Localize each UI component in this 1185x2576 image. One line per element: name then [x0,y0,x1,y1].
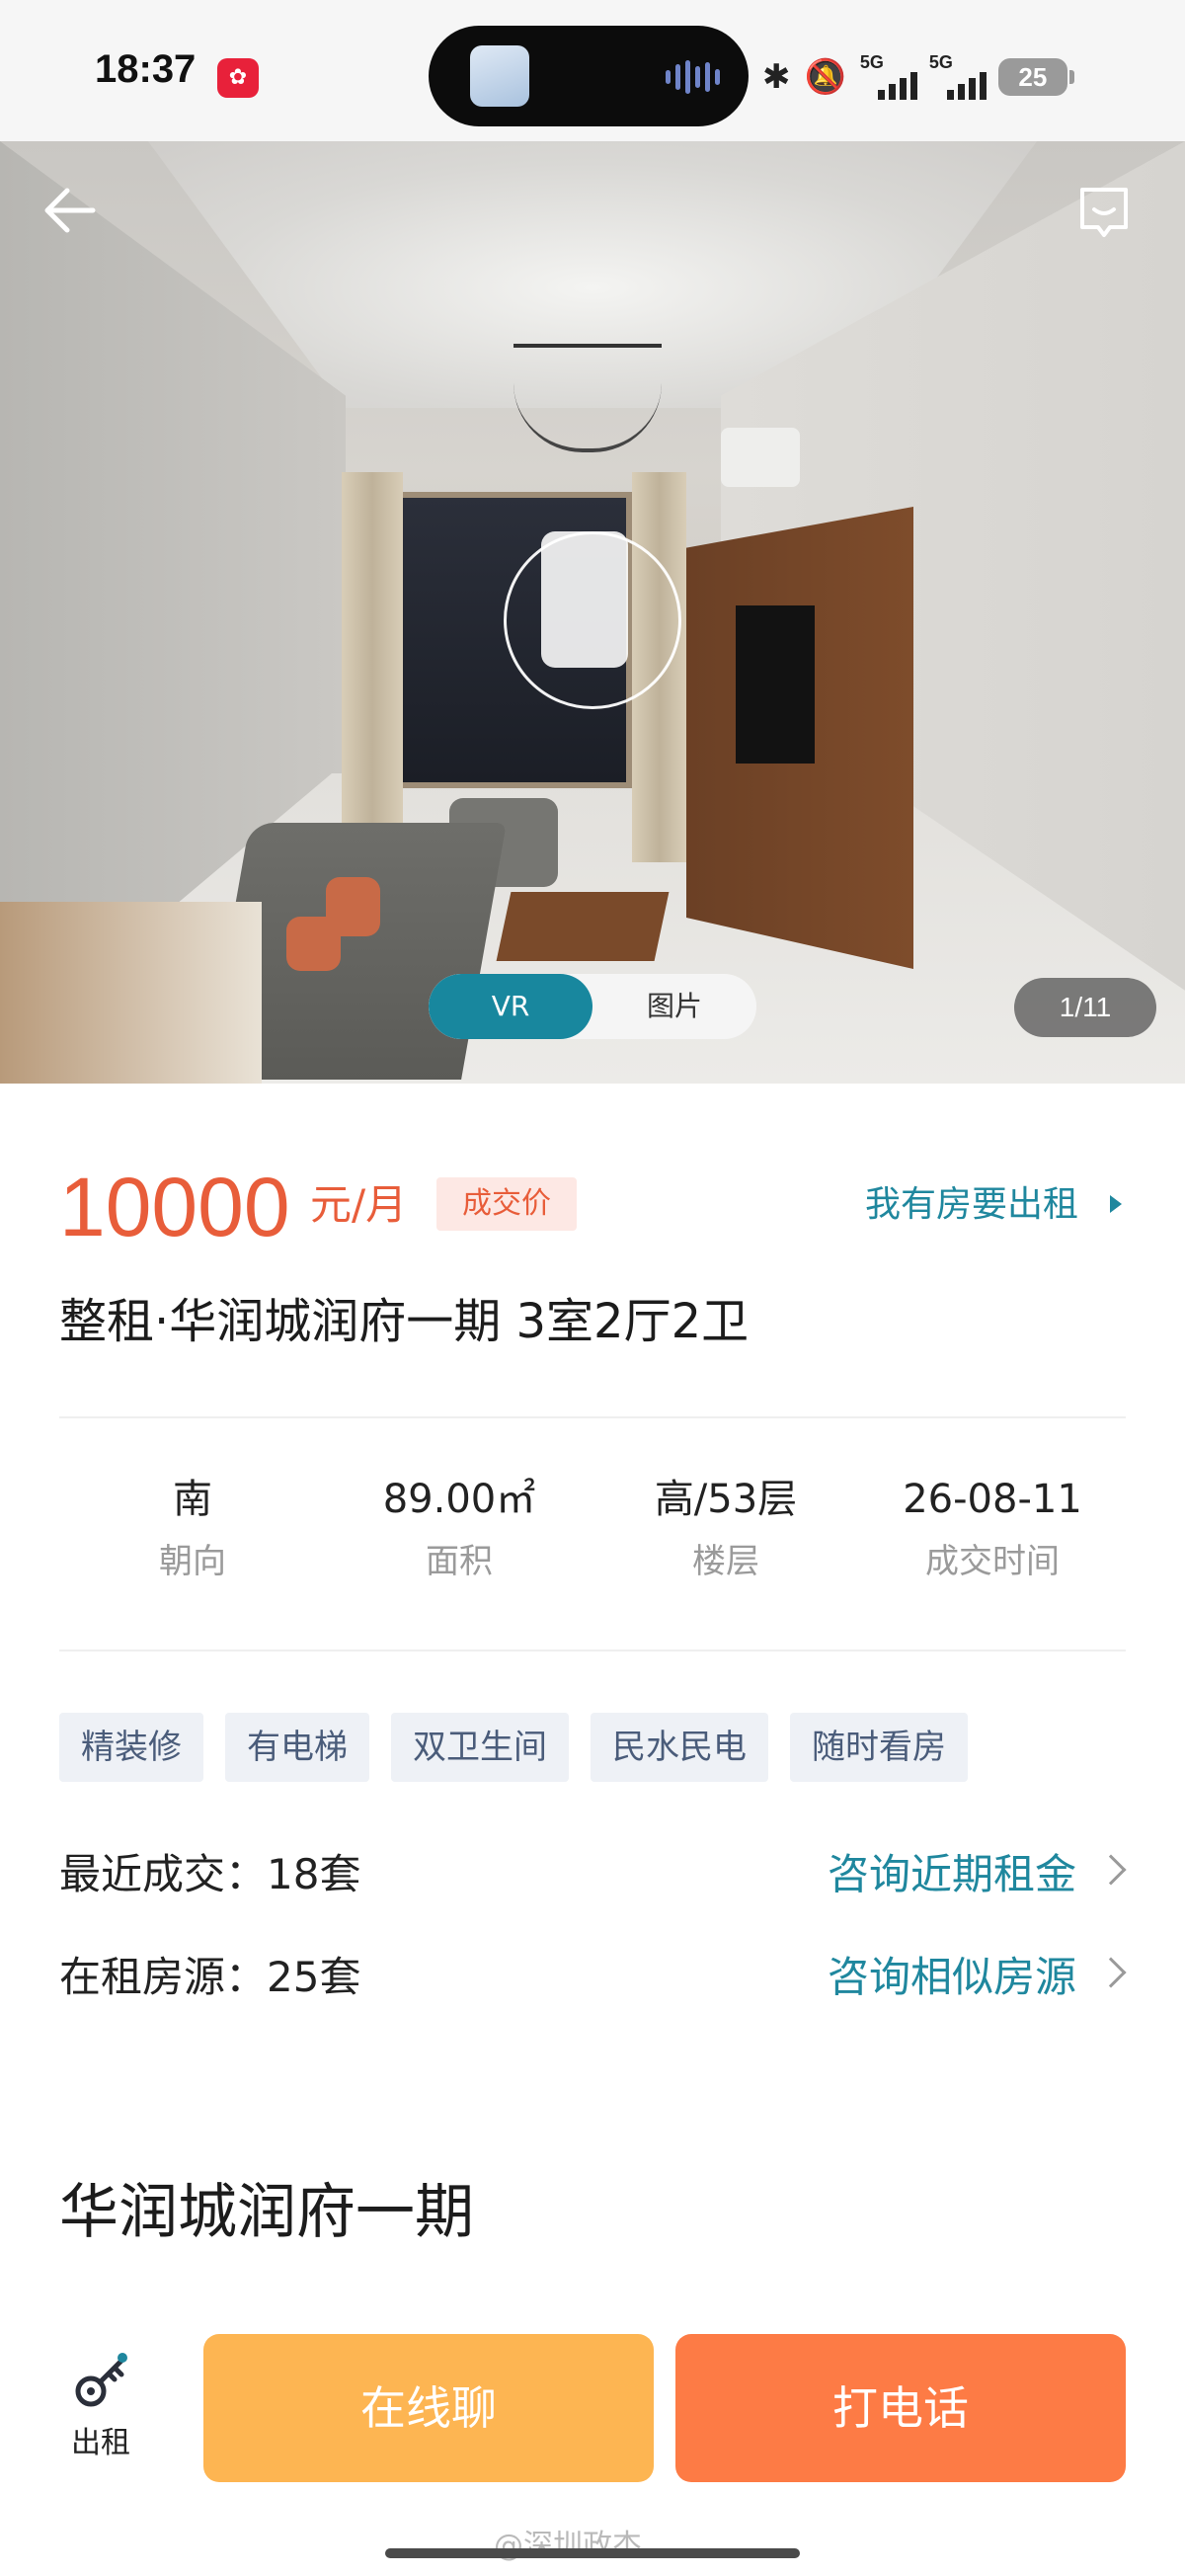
available-listings-row[interactable]: 在租房源：25套 咨询相似房源 [59,1946,1127,2009]
listing-photo[interactable] [0,141,1185,1084]
message-icon[interactable] [1074,184,1134,243]
available-listings-label: 在租房源：25套 [59,1953,361,2001]
online-chat-button[interactable]: 在线聊 [203,2334,654,2482]
cellular-signal-icon: 5G [860,52,917,100]
divider [59,1650,1126,1651]
audio-wave-icon [666,59,720,95]
status-icons: ✱ 🔕 5G 5G 25 [762,47,1074,107]
ask-rent-link[interactable]: 咨询近期租金 [828,1843,1076,1906]
key-icon[interactable] [67,2346,136,2415]
photo-counter: 1/11 [1014,978,1156,1037]
status-bar: 18:37 ✿ ✱ 🔕 5G 5G 25 [0,0,1185,141]
media-thumbnail [470,45,529,107]
rent-out-link[interactable]: 我有房要出租 [865,1181,1078,1229]
tag: 有电梯 [225,1713,369,1782]
fact-area: 89.00㎡ 面积 [382,1477,536,1581]
rent-label[interactable]: 出租 [59,2422,142,2465]
vr-cube-icon[interactable] [541,531,628,668]
feature-tags: 精装修 有电梯 双卫生间 民水民电 随时看房 [59,1713,968,1782]
back-arrow-icon[interactable] [36,176,105,245]
home-indicator[interactable] [385,2548,800,2558]
chevron-right-icon[interactable] [1095,1957,1127,1988]
mute-icon: 🔕 [804,57,846,97]
tag: 双卫生间 [391,1713,569,1782]
battery-icon: 25 [997,58,1074,96]
tab-photos[interactable]: 图片 [592,974,756,1039]
deal-price-badge: 成交价 [436,1177,577,1231]
rent-price: 10000 [59,1161,290,1253]
price-unit: 元/月 [310,1180,408,1229]
chandelier [514,344,662,452]
fact-deal-date: 26-08-11 成交时间 [903,1477,1082,1581]
tab-vr[interactable]: VR [429,974,592,1039]
triangle-right-icon[interactable] [1110,1195,1122,1213]
fact-floor: 高/53层 楼层 [654,1477,798,1581]
notification-app-icon: ✿ [217,58,259,98]
tag: 精装修 [59,1713,203,1782]
tag: 随时看房 [790,1713,968,1782]
call-button[interactable]: 打电话 [675,2334,1126,2482]
status-time: 18:37 [95,47,197,91]
bluetooth-icon: ✱ [762,57,791,97]
community-name: 华润城润府一期 [59,2178,474,2247]
listing-title: 整租·华润城润府一期 3室2厅2卫 [59,1294,750,1349]
dynamic-island [429,26,749,126]
watermark: @深圳政杰 [494,2529,642,2563]
fact-orientation: 南 朝向 [159,1477,226,1581]
key-facts: 南 朝向 89.00㎡ 面积 高/53层 楼层 26-08-11 成交时间 [59,1472,1126,1600]
ask-similar-link[interactable]: 咨询相似房源 [828,1946,1076,2009]
cellular-signal-icon-2: 5G [929,52,987,100]
recent-deals-label: 最近成交：18套 [59,1850,361,1898]
tag: 民水民电 [591,1713,768,1782]
chevron-right-icon[interactable] [1095,1854,1127,1886]
recent-deals-row[interactable]: 最近成交：18套 咨询近期租金 [59,1843,1127,1906]
gallery-mode-switch: VR 图片 [429,974,756,1039]
divider [59,1416,1126,1418]
